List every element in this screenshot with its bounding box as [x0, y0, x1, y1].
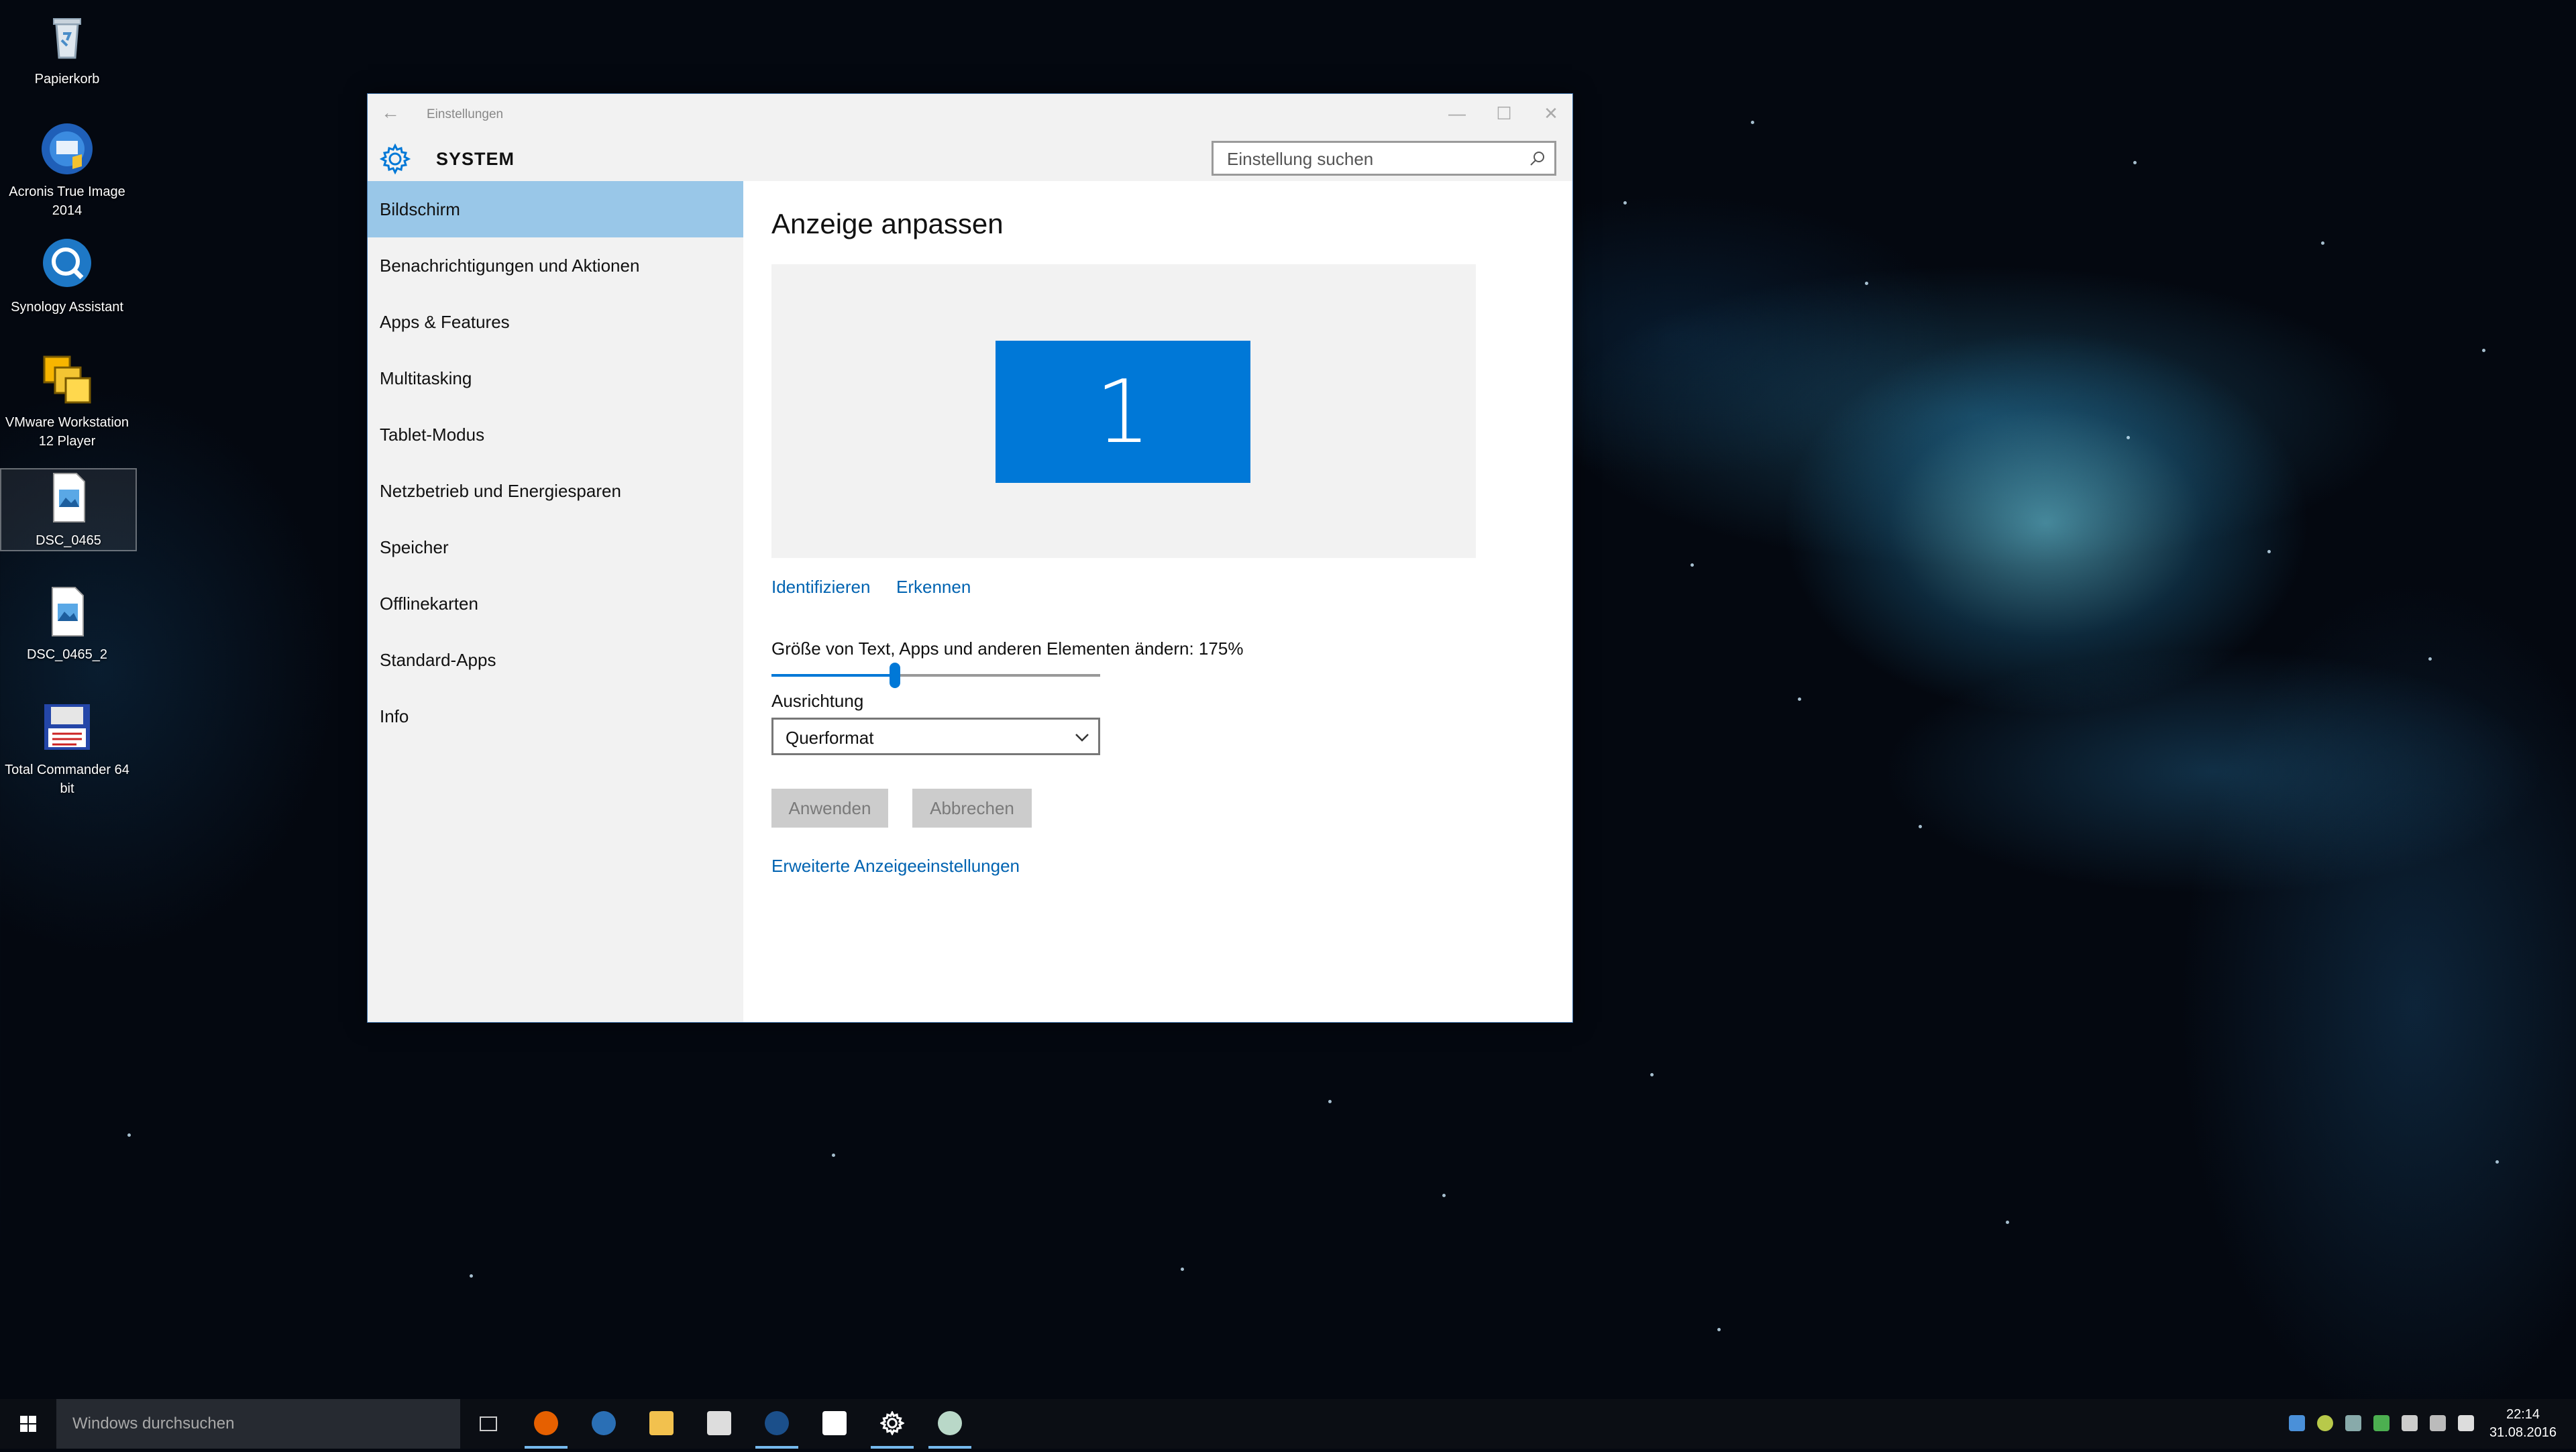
- document-icon: [822, 1411, 847, 1435]
- page-title: Anzeige anpassen: [771, 208, 1004, 239]
- desktop-icon-label: Papierkorb: [34, 72, 100, 87]
- taskbar-search-box[interactable]: [56, 1399, 460, 1449]
- acronis-icon: [39, 121, 95, 177]
- app-icon: [938, 1411, 962, 1435]
- desktop-icon-vmware[interactable]: VMware Workstation 12 Player: [0, 351, 134, 451]
- orientation-value: Querformat: [786, 728, 874, 748]
- sidebar-item-speicher[interactable]: Speicher: [368, 519, 743, 575]
- sidebar-item-netzbetrieb[interactable]: Netzbetrieb und Energiesparen: [368, 463, 743, 519]
- settings-header: SYSTEM: [368, 137, 1572, 181]
- slider-thumb[interactable]: [890, 663, 900, 688]
- taskbar-app-thunderbird[interactable]: [576, 1399, 632, 1449]
- sidebar-item-apps-features[interactable]: Apps & Features: [368, 294, 743, 350]
- taskbar-app-video[interactable]: [691, 1399, 747, 1449]
- settings-search-box[interactable]: [1212, 141, 1556, 176]
- taskbar-clock[interactable]: 22:14 31.08.2016: [2486, 1406, 2560, 1442]
- slider-fill: [771, 674, 895, 677]
- apply-button[interactable]: Anwenden: [771, 789, 888, 828]
- search-icon[interactable]: [1529, 150, 1546, 167]
- scale-slider[interactable]: [771, 661, 1100, 688]
- clapperboard-icon: [707, 1411, 731, 1435]
- thunderbird-icon: [592, 1411, 616, 1435]
- action-center-icon[interactable]: [2458, 1415, 2474, 1431]
- desktop-icon-label: Acronis True Image 2014: [9, 184, 125, 218]
- tray-network-drive-icon[interactable]: [2345, 1415, 2361, 1431]
- recycle-bin-icon: [39, 8, 95, 64]
- start-button[interactable]: [0, 1399, 56, 1449]
- minimize-button[interactable]: —: [1437, 103, 1477, 124]
- display-settings-panel: Anzeige anpassen 1 Identifizieren Erkenn…: [743, 181, 1572, 1022]
- task-view-icon: [480, 1416, 497, 1431]
- tray-steam-icon[interactable]: [2289, 1415, 2305, 1431]
- sidebar-item-benachrichtigungen[interactable]: Benachrichtigungen und Aktionen: [368, 237, 743, 294]
- clock-time: 22:14: [2506, 1407, 2540, 1422]
- clock-date: 31.08.2016: [2489, 1425, 2557, 1440]
- close-button[interactable]: ✕: [1531, 103, 1571, 124]
- settings-search-input[interactable]: [1226, 148, 1517, 170]
- desktop-icon-dsc-0465[interactable]: DSC_0465: [0, 468, 137, 551]
- tray-volume-icon[interactable]: [2430, 1415, 2446, 1431]
- image-file-icon: [39, 583, 95, 640]
- monitor-1-tile[interactable]: 1: [996, 341, 1250, 483]
- scale-label: Größe von Text, Apps und anderen Element…: [771, 638, 1244, 659]
- folder-icon: [649, 1411, 674, 1435]
- sidebar-item-tablet-modus[interactable]: Tablet-Modus: [368, 406, 743, 463]
- windows-logo-icon: [20, 1416, 36, 1432]
- tray-nvidia-icon[interactable]: [2373, 1415, 2390, 1431]
- chevron-down-icon: [1073, 728, 1091, 746]
- taskbar-app-firefox[interactable]: [518, 1399, 574, 1449]
- cancel-button[interactable]: Abbrechen: [912, 789, 1032, 828]
- title-bar: ← Einstellungen — ☐ ✕: [368, 94, 1572, 137]
- total-commander-icon: [39, 699, 95, 755]
- running-indicator: [755, 1446, 798, 1449]
- back-button[interactable]: ←: [381, 102, 400, 123]
- identify-link[interactable]: Identifizieren: [771, 577, 870, 598]
- taskbar-app-other[interactable]: [922, 1399, 978, 1449]
- taskbar-search-input[interactable]: [71, 1414, 449, 1434]
- desktop-icon-dsc-0465-2[interactable]: DSC_0465_2: [0, 583, 134, 664]
- desktop-icon-total-commander[interactable]: Total Commander 64 bit: [0, 699, 134, 798]
- image-file-icon: [40, 469, 97, 526]
- orientation-dropdown[interactable]: Querformat: [771, 718, 1100, 755]
- advanced-display-settings-link[interactable]: Erweiterte Anzeigeeinstellungen: [771, 856, 1020, 877]
- desktop-icon-label: Synology Assistant: [11, 300, 123, 315]
- desktop-icon-label: DSC_0465: [36, 533, 101, 548]
- synology-icon: [39, 236, 95, 292]
- sidebar-item-offlinekarten[interactable]: Offlinekarten: [368, 575, 743, 632]
- maximize-button[interactable]: ☐: [1484, 103, 1524, 124]
- detect-link[interactable]: Erkennen: [896, 577, 971, 598]
- firefox-icon: [534, 1411, 558, 1435]
- task-view-button[interactable]: [460, 1399, 517, 1449]
- sidebar-item-info[interactable]: Info: [368, 688, 743, 744]
- tray-network-icon[interactable]: [2402, 1415, 2418, 1431]
- desktop-icon-label: DSC_0465_2: [26, 647, 108, 662]
- steam-icon: [765, 1411, 789, 1435]
- vmware-icon: [39, 351, 95, 408]
- desktop-icon-synology[interactable]: Synology Assistant: [0, 236, 134, 317]
- monitor-arrangement-area: 1: [771, 264, 1476, 558]
- taskbar-app-document[interactable]: [806, 1399, 863, 1449]
- desktop-icon-acronis[interactable]: Acronis True Image 2014: [0, 121, 134, 220]
- section-title: SYSTEM: [436, 149, 515, 169]
- gear-icon: [379, 143, 411, 175]
- sidebar-item-bildschirm[interactable]: Bildschirm: [368, 181, 743, 237]
- settings-sidebar: Bildschirm Benachrichtigungen und Aktion…: [368, 181, 743, 1022]
- taskbar-app-explorer[interactable]: [633, 1399, 690, 1449]
- tray-app-icon[interactable]: [2317, 1415, 2333, 1431]
- running-indicator: [871, 1446, 914, 1449]
- gear-icon: [880, 1411, 904, 1435]
- desktop-icon-label: Total Commander 64 bit: [5, 763, 129, 796]
- sidebar-item-multitasking[interactable]: Multitasking: [368, 350, 743, 406]
- orientation-label: Ausrichtung: [771, 691, 864, 711]
- desktop-icon-recycle-bin[interactable]: Papierkorb: [0, 8, 134, 89]
- sidebar-item-standard-apps[interactable]: Standard-Apps: [368, 632, 743, 688]
- taskbar-app-settings[interactable]: [864, 1399, 920, 1449]
- window-title: Einstellungen: [427, 107, 504, 121]
- running-indicator: [525, 1446, 568, 1449]
- taskbar: 22:14 31.08.2016: [0, 1399, 2576, 1449]
- desktop-icon-label: VMware Workstation 12 Player: [5, 415, 129, 449]
- running-indicator: [928, 1446, 971, 1449]
- settings-window: ← Einstellungen — ☐ ✕ SYSTEM Bildschirm …: [368, 94, 1572, 1022]
- taskbar-app-steam[interactable]: [749, 1399, 805, 1449]
